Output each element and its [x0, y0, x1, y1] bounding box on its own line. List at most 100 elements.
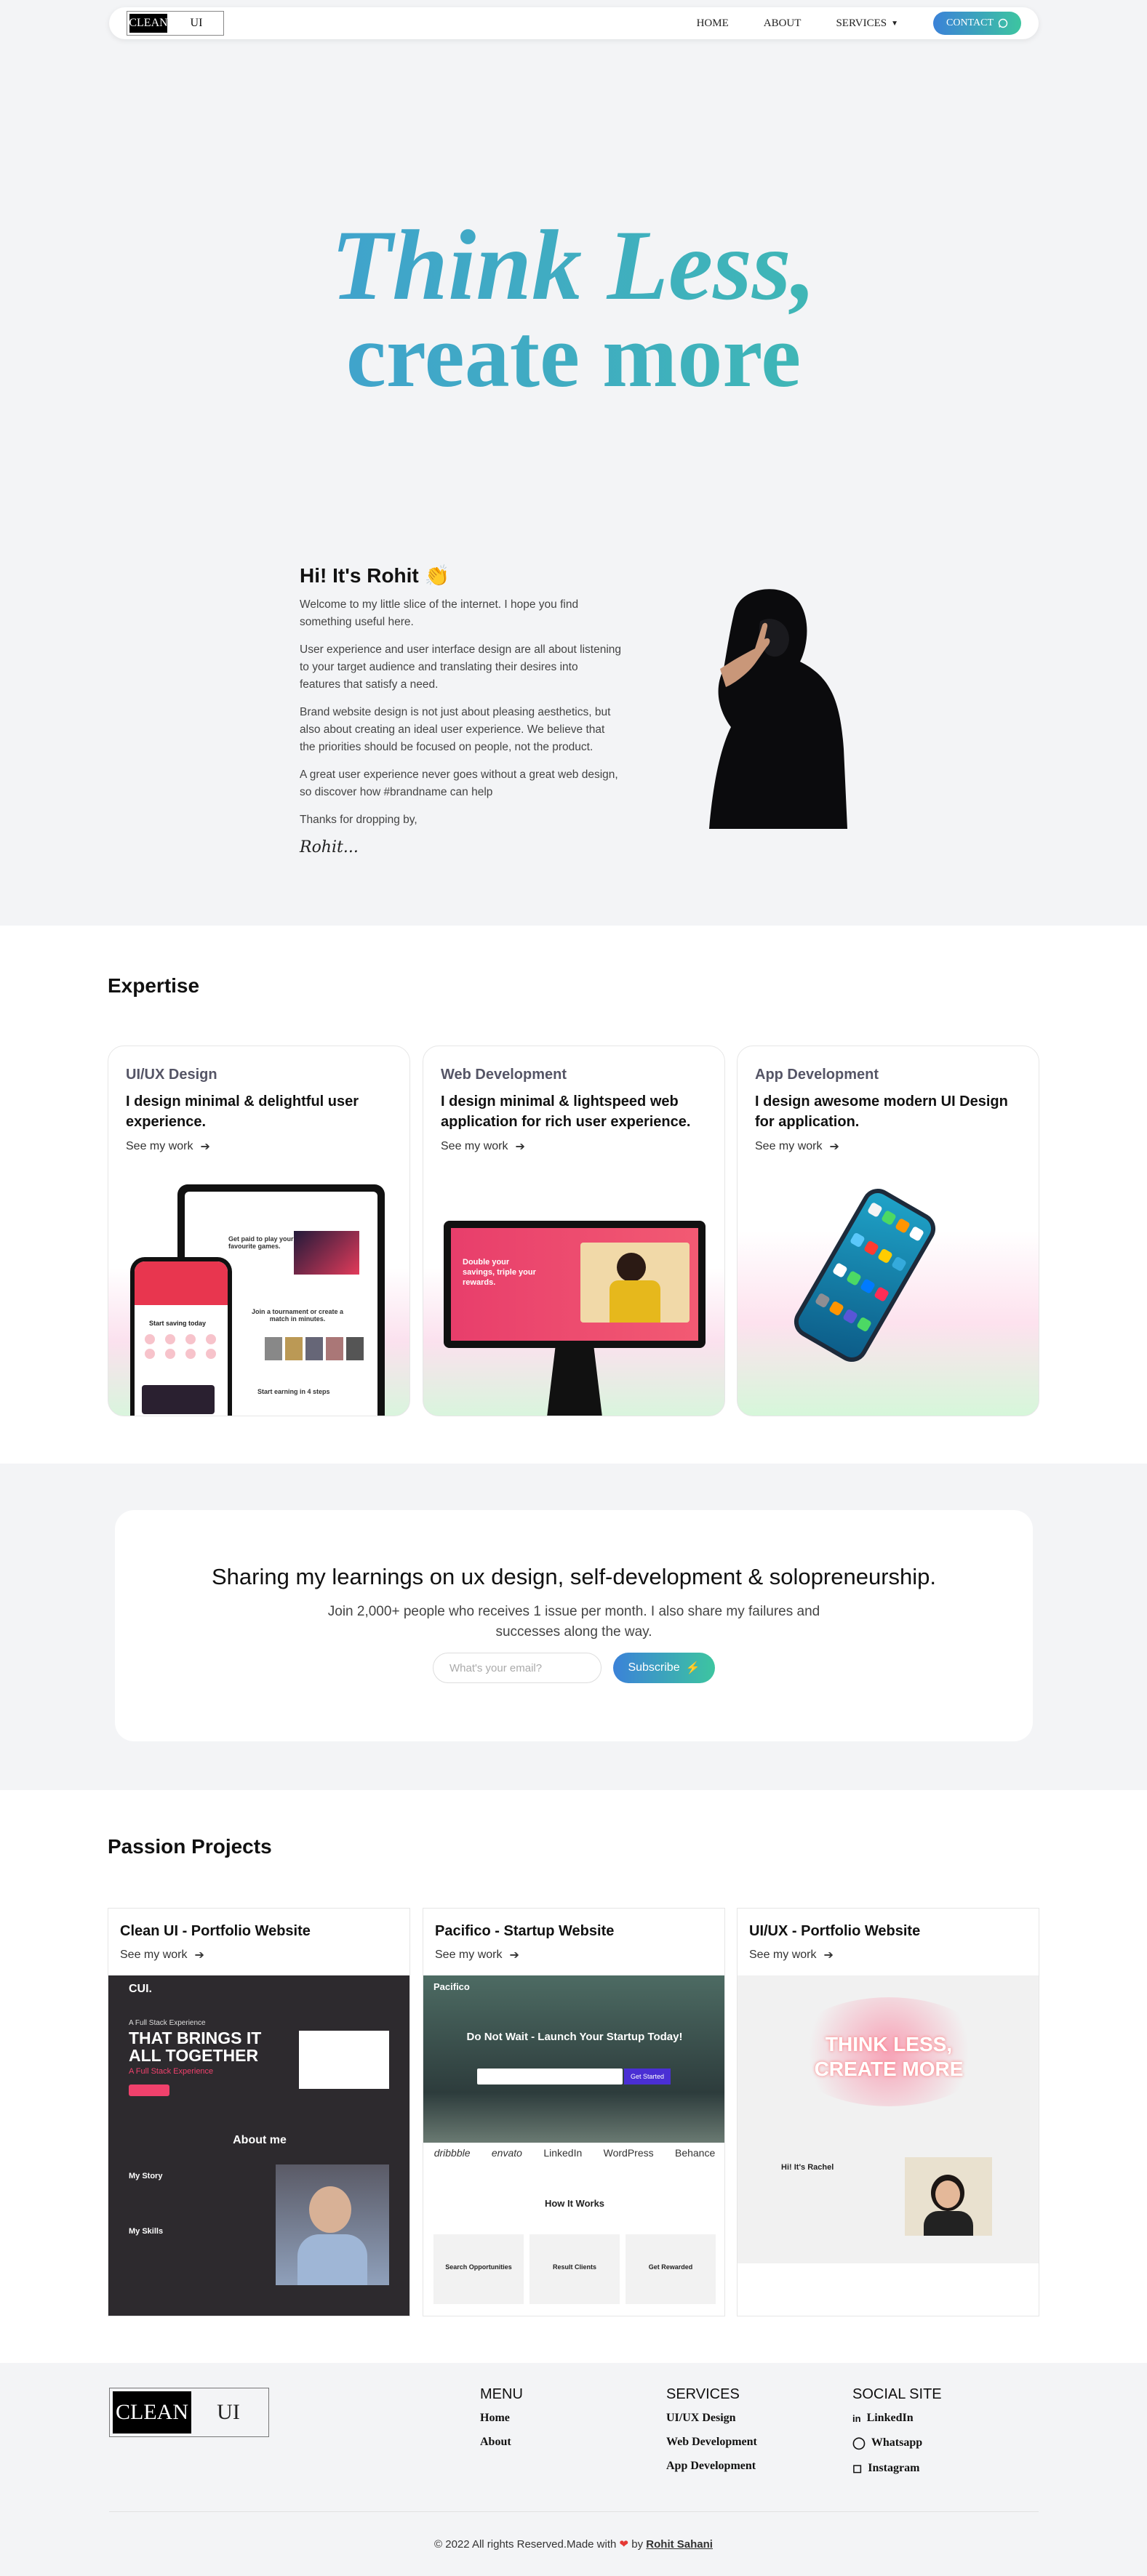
footer-logo[interactable]: CLEAN UI [109, 2388, 269, 2437]
signature: Rohit... [300, 838, 359, 856]
logo[interactable]: CLEAN UI [127, 11, 224, 36]
nav-home[interactable]: HOME [697, 17, 729, 30]
see-my-work-link[interactable]: See my work ➔ [755, 1139, 839, 1154]
footer-link-about[interactable]: About [480, 2436, 523, 2449]
see-label: See my work [435, 1949, 503, 1961]
see-my-work-link[interactable]: See my work ➔ [126, 1139, 210, 1154]
copyright: © 2022 All rights Reserved.Made with ❤ b… [0, 2537, 1147, 2551]
expertise-section: Expertise UI/UX Design I design minimal … [0, 926, 1147, 1464]
monitor-mockup: Double your savings, triple your rewards… [444, 1221, 706, 1348]
footer-link-app[interactable]: App Development [666, 2460, 757, 2473]
nav-about[interactable]: ABOUT [764, 17, 802, 30]
subscribe-button[interactable]: Subscribe ⚡ [613, 1653, 715, 1683]
project-title: UI/UX - Portfolio Website [749, 1923, 921, 1939]
instagram-label: Instagram [868, 2462, 920, 2474]
project-title: Pacifico - Startup Website [435, 1923, 615, 1939]
thumb-row [265, 1337, 364, 1360]
project-card-pacifico[interactable]: Pacifico - Startup Website See my work ➔ … [423, 1908, 725, 2316]
linkedin-label: LinkedIn [866, 2412, 914, 2424]
hero-line-1: Think Less, [0, 211, 1147, 320]
p2-how: How It Works [544, 2198, 605, 2209]
p3-hi: Hi! It's Rachel [781, 2163, 834, 2172]
footer-link-uiux[interactable]: UI/UX Design [666, 2412, 757, 2425]
author-link[interactable]: Rohit Sahani [646, 2538, 713, 2551]
project-card-uiux[interactable]: UI/UX - Portfolio Website See my work ➔ T… [737, 1908, 1039, 2316]
newsletter-title: Sharing my learnings on ux design, self-… [211, 1564, 936, 1589]
card-category: UI/UX Design [126, 1067, 217, 1083]
bolt-icon: ⚡ [685, 1662, 700, 1674]
footer-link-home[interactable]: Home [480, 2412, 523, 2425]
project-card-cleanui[interactable]: Clean UI - Portfolio Website See my work… [108, 1908, 410, 2316]
expertise-card-web[interactable]: Web Development I design minimal & light… [423, 1046, 725, 1416]
card-description: I design minimal & lightspeed web applic… [441, 1094, 691, 1130]
p1-illustration [299, 2031, 389, 2089]
monitor-stand [547, 1348, 602, 1416]
footer-link-linkedin[interactable]: in LinkedIn [852, 2412, 942, 2425]
phone-card [142, 1385, 215, 1414]
top-navbar: CLEAN UI HOME ABOUT SERVICES ▼ CONTACT [109, 7, 1039, 39]
p1-story: My Story [129, 2172, 163, 2180]
project-screenshot: THINK LESS, CREATE MORE Hi! It's Rachel [738, 1975, 1039, 2316]
phone-icons [145, 1334, 222, 1359]
mock-join-text: Join a tournament or create a match in m… [251, 1308, 344, 1323]
brand-dribbble: dribbble [433, 2147, 471, 2159]
arrow-right-icon: ➔ [194, 1949, 204, 1962]
projects-section: Passion Projects Clean UI - Portfolio We… [0, 1790, 1147, 2363]
whatsapp-label: Whatsapp [871, 2436, 923, 2449]
brand-linkedin: LinkedIn [543, 2147, 583, 2159]
footer-logo-ui: UI [217, 2400, 240, 2424]
phone-header [135, 1261, 228, 1305]
game-thumbnail [294, 1231, 359, 1275]
see-my-work-link[interactable]: See my work ➔ [441, 1139, 525, 1154]
footer-services-title: SERVICES [666, 2386, 740, 2402]
card-category: App Development [755, 1067, 879, 1083]
about-greeting: Hi! It's Rohit 👏 [300, 566, 621, 586]
footer-link-instagram[interactable]: ◻ Instagram [852, 2461, 942, 2476]
contact-label: CONTACT [946, 17, 994, 28]
hero-line-2: create more [0, 305, 1147, 407]
arrow-right-icon: ➔ [823, 1949, 834, 1962]
app-icon-grid [794, 1189, 935, 1362]
email-input[interactable]: What's your email? [433, 1653, 602, 1683]
footer-menu-title: MENU [480, 2386, 523, 2402]
p3-headline-2: CREATE MORE [814, 2058, 964, 2080]
p3-headline-1: THINK LESS, [825, 2033, 953, 2055]
p1-sub: A Full Stack Experience [129, 2067, 214, 2076]
caret-down-icon: ▼ [891, 19, 898, 28]
p2-step: Search Opportunities [433, 2234, 524, 2304]
p1-skills: My Skills [129, 2227, 164, 2236]
see-my-work-link[interactable]: See my work ➔ [435, 1948, 519, 1962]
brand-behance: Behance [674, 2147, 716, 2159]
project-screenshot: Pacifico Do Not Wait - Launch Your Start… [423, 1975, 724, 2316]
p1-headline: THAT BRINGS IT ALL TOGETHER [129, 2029, 262, 2065]
p1-tag: A Full Stack Experience [129, 2019, 206, 2027]
iphone-mockup [788, 1182, 942, 1368]
card-description: I design awesome modern UI Design for ap… [755, 1094, 1008, 1130]
whatsapp-icon: ◯ [852, 2437, 866, 2449]
contact-button[interactable]: CONTACT [933, 12, 1021, 35]
card-category: Web Development [441, 1067, 567, 1083]
p2-step: Result Clients [529, 2234, 620, 2304]
footer-menu: MENU Home About [480, 2386, 523, 2460]
p1-about: About me [233, 2134, 287, 2146]
mock-web-text: Double your savings, triple your rewards… [463, 1258, 536, 1287]
footer-services: SERVICES UI/UX Design Web Development Ap… [666, 2386, 757, 2484]
nav-services[interactable]: SERVICES ▼ [836, 17, 898, 30]
see-my-work-link[interactable]: See my work ➔ [749, 1948, 834, 1962]
projects-title: Passion Projects [108, 1835, 272, 1858]
footer-link-web[interactable]: Web Development [666, 2436, 757, 2449]
footer-link-whatsapp[interactable]: ◯ Whatsapp [852, 2436, 942, 2450]
expertise-card-uiux[interactable]: UI/UX Design I design minimal & delightf… [108, 1046, 410, 1416]
footer-divider [109, 2511, 1039, 2512]
project-screenshot: CUI. A Full Stack Experience THAT BRINGS… [108, 1975, 409, 2316]
about-section: Hi! It's Rohit 👏 Welcome to my little sl… [300, 566, 621, 856]
linkedin-icon: in [852, 2412, 861, 2424]
see-my-work-link[interactable]: See my work ➔ [120, 1948, 204, 1962]
phone-title: Start saving today [149, 1320, 207, 1327]
expertise-card-app[interactable]: App Development I design awesome modern … [737, 1046, 1039, 1416]
phone-mockup: Start saving today [130, 1257, 232, 1416]
newsletter-text: Join 2,000+ people who receives 1 issue … [327, 1604, 820, 1640]
p2-step: Get Rewarded [626, 2234, 716, 2304]
subscribe-label: Subscribe [628, 1661, 680, 1674]
about-paragraph: Thanks for dropping by, [300, 814, 417, 826]
